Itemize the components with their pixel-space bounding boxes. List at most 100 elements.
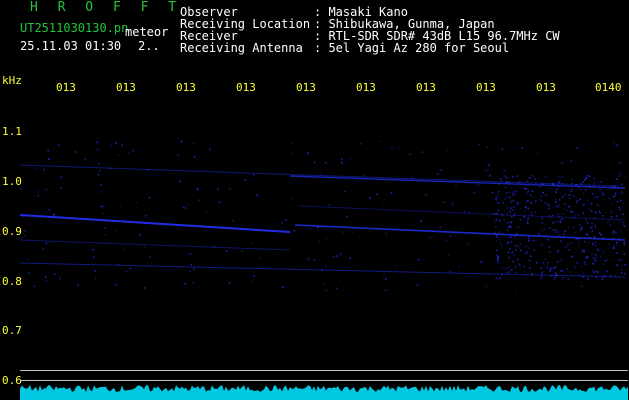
signal-dot [24,234,26,237]
signal-dot [556,231,558,233]
signal-dot [526,221,529,223]
signal-dot [595,276,598,279]
signal-dot [509,209,512,211]
signal-dot [561,196,564,198]
signal-dot [591,193,594,195]
signal-dot [549,270,552,272]
signal-dot [477,184,480,186]
signal-dot [496,254,498,256]
signal-dot [555,274,558,277]
signal-dot [549,251,551,253]
signal-dot [511,251,513,253]
signal-dot [597,279,599,281]
signal-dot [145,215,147,217]
signal-dot [313,259,316,261]
signal-dot [513,253,515,256]
signal-dot [622,223,624,225]
signal-dot [485,285,488,288]
signal-dot [544,258,547,260]
signal-dot [493,221,495,223]
signal-dot [445,240,448,242]
signal-dot [599,212,601,214]
signal-dot [498,220,501,222]
signal-dot [232,220,234,222]
signal-dot [535,200,537,202]
signal-streak [289,175,626,189]
signal-dot [608,197,611,200]
signal-dot [495,196,497,198]
signal-dot [495,277,497,280]
signal-streak [19,214,291,233]
signal-dot [578,238,580,241]
signal-dot [485,169,487,172]
signal-dot [497,278,500,280]
signal-dot [93,256,95,258]
signal-dot [530,212,533,214]
signal-dot [528,240,530,242]
signal-dot [439,226,441,228]
signal-dot [591,230,594,232]
signal-dot [498,190,500,193]
signal-dot [574,215,576,217]
signal-dot [510,236,512,238]
signal-dot [576,199,579,202]
signal-dot [595,241,597,244]
signal-dot [552,184,554,186]
signal-dot [512,194,514,196]
signal-dot [621,193,624,196]
signal-dot [531,190,534,193]
signal-dot [548,207,551,210]
signal-dot [281,222,283,224]
signal-dot [188,270,191,273]
signal-dot [558,185,560,188]
signal-dot [619,221,622,223]
signal-dot [193,268,195,270]
signal-dot [463,210,466,213]
signal-dot [530,194,532,197]
signal-dot [521,147,523,149]
signal-dot [530,202,532,204]
signal-dot [594,260,597,262]
signal-dot [537,153,539,155]
signal-dot [557,261,559,263]
signal-dot [592,263,595,265]
signal-dot [566,268,568,270]
signal-dot [497,260,499,262]
signal-dot [545,175,547,178]
signal-dot [589,236,591,239]
signal-dot [513,200,516,202]
signal-dot [45,188,48,191]
signal-dot [115,230,117,233]
signal-dot [501,215,503,217]
signal-dot [546,203,549,205]
signal-streak [299,205,626,221]
signal-dot [540,277,542,280]
signal-dot [338,280,341,282]
signal-dot [566,209,568,212]
signal-dot [538,177,540,180]
signal-dot [540,267,542,269]
signal-dot [518,182,520,184]
signal-dot [554,272,557,274]
signal-dot [104,226,106,229]
signal-dot [621,264,623,267]
signal-dot [598,232,601,234]
signal-dot [562,213,564,215]
signal-dot [530,214,533,217]
signal-dot [615,193,617,195]
signal-dot [128,152,130,154]
signal-dot [607,221,609,223]
signal-dot [610,211,612,213]
signal-dot [324,264,327,267]
signal-dot [205,210,207,213]
signal-dot [549,227,551,229]
signal-dot [509,191,511,194]
signal-dot [523,266,525,268]
signal-dot [525,245,528,248]
signal-dot [489,174,491,177]
signal-dot [577,213,579,216]
signal-dot [604,259,607,262]
signal-dot [623,221,625,224]
signal-dot [558,205,560,208]
signal-dot [74,151,76,153]
